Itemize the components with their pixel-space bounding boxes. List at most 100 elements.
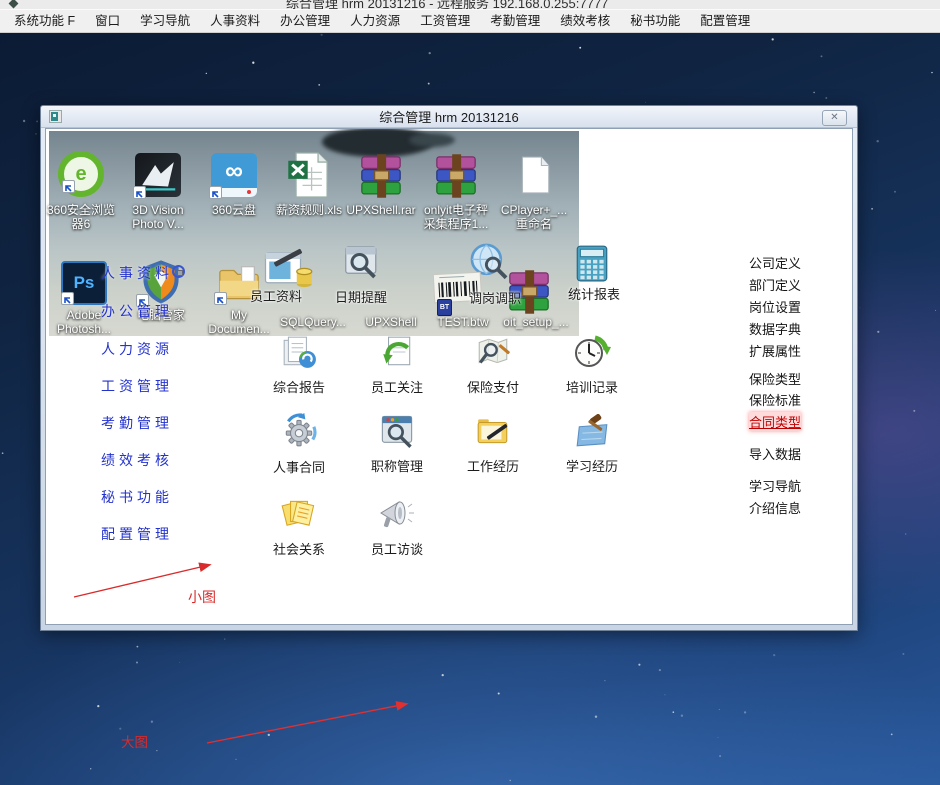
winrar-books-icon: [434, 153, 478, 199]
folder-pen-icon: [475, 414, 511, 448]
window-content: e ∞: [45, 128, 853, 625]
right-menu-data-dictionary[interactable]: 数据字典: [749, 319, 801, 338]
notes-stack-icon: [280, 495, 318, 531]
grid-item-title-management[interactable]: 职称管理: [349, 414, 445, 475]
shortcut-badge-icon: [214, 292, 227, 305]
grid-item-label: 培训记录: [544, 377, 640, 396]
window-magnifier-icon: [379, 414, 415, 448]
sidebar-item-attendance[interactable]: 考勤管理: [101, 413, 211, 433]
btw-badge-icon: BT: [438, 300, 451, 315]
sidebar-item-office[interactable]: 办公管理: [101, 301, 211, 321]
desktop-icon-label: CPlayer+_... 重命名: [488, 204, 580, 232]
grid-item-label: 工作经历: [445, 456, 541, 475]
menu-secretary[interactable]: 秘书功能: [620, 10, 690, 32]
right-menu-import-data[interactable]: 导入数据: [749, 444, 801, 463]
right-menu-extended-attrs[interactable]: 扩展属性: [749, 341, 801, 360]
excel-file-icon: [287, 151, 331, 199]
desktop-icon-excel-file[interactable]: [287, 151, 331, 204]
grid-item-social-relations[interactable]: 社会关系: [251, 495, 347, 558]
window-magnifier-icon: [342, 243, 382, 281]
map-magnifier-icon: [475, 335, 511, 369]
grid-item-employee-follow[interactable]: 员工关注: [349, 335, 445, 396]
annotation-small-image: 小图: [188, 587, 216, 607]
grid-item-job-transfer[interactable]: 调岗调职: [469, 288, 521, 307]
grid-item-training-record[interactable]: 培训记录: [544, 333, 640, 396]
grid-item-date-reminder[interactable]: 日期提醒: [335, 287, 387, 306]
grid-item-work-history[interactable]: 工作经历: [445, 414, 541, 475]
desktop-icon-label: oit_setup_...: [490, 316, 582, 330]
grid-item-label: 学习经历: [544, 456, 640, 475]
grid-item-label: 职称管理: [349, 456, 445, 475]
menu-config[interactable]: 配置管理: [690, 10, 760, 32]
grid-item-personnel-contract[interactable]: 人事合同: [251, 413, 347, 476]
rock-silhouette-2: [409, 133, 455, 147]
grid-item-label: 社会关系: [251, 539, 347, 558]
grid-item-label: 综合报告: [251, 377, 347, 396]
shortcut-badge-icon: [62, 180, 75, 193]
right-menu-learn-nav[interactable]: 学习导航: [749, 476, 801, 495]
grid-item-employee-data[interactable]: 员工资料: [250, 286, 302, 305]
window-title: 综合管理 hrm 20131216: [41, 107, 857, 126]
sidebar-item-config[interactable]: 配置管理: [101, 524, 211, 544]
right-menu-company-define[interactable]: 公司定义: [749, 253, 801, 272]
gear-arrows-icon: [281, 413, 317, 449]
menu-office[interactable]: 办公管理: [270, 10, 340, 32]
grid-item-study-history[interactable]: 学习经历: [544, 414, 640, 475]
close-button[interactable]: ✕: [822, 110, 847, 126]
remote-title-text: 综合管理 hrm 20131216 - 远程服务 192.168.0.255:7…: [286, 0, 608, 9]
right-menu-insurance-type[interactable]: 保险类型: [749, 369, 801, 388]
sidebar-item-salary[interactable]: 工资管理: [101, 376, 211, 396]
desktop-icon-360-browser[interactable]: e: [58, 151, 104, 197]
menu-salary[interactable]: 工资管理: [410, 10, 480, 32]
menu-performance[interactable]: 绩效考核: [550, 10, 620, 32]
shortcut-badge-icon: [61, 292, 74, 305]
right-menu-contract-type[interactable]: 合同类型: [749, 412, 801, 431]
grid-item-label: 保险支付: [445, 377, 541, 396]
desktop-icon-upxshell-app[interactable]: [342, 243, 382, 286]
desktop-icon-onlyit-rar[interactable]: [434, 153, 478, 204]
grid-item-insurance-pay[interactable]: 保险支付: [445, 335, 541, 396]
right-menu-position-setup[interactable]: 岗位设置: [749, 297, 801, 316]
menu-attendance[interactable]: 考勤管理: [480, 10, 550, 32]
remote-title-strip: 综合管理 hrm 20131216 - 远程服务 192.168.0.255:7…: [0, 0, 940, 9]
menu-hr[interactable]: 人力资源: [340, 10, 410, 32]
sidebar-item-secretary[interactable]: 秘书功能: [101, 487, 211, 507]
sidebar-item-performance[interactable]: 绩效考核: [101, 450, 211, 470]
grid-item-comprehensive-report[interactable]: 综合报告: [251, 335, 347, 396]
right-menu-intro-info[interactable]: 介绍信息: [749, 498, 801, 517]
window-title-bar[interactable]: 综合管理 hrm 20131216 ✕: [41, 106, 857, 128]
report-stack-icon: [281, 335, 317, 369]
selection-ring-icon: [172, 265, 185, 278]
menu-learn-nav[interactable]: 学习导航: [130, 10, 200, 32]
blank-file-icon: [514, 151, 554, 199]
grid-item-employee-interview[interactable]: 员工访谈: [349, 495, 445, 558]
desktop-screen: { "top_bar": { "clipped_title": "综合管理 hr…: [0, 0, 940, 785]
right-menu-insurance-standard[interactable]: 保险标准: [749, 390, 801, 409]
menu-personnel[interactable]: 人事资料: [200, 10, 270, 32]
grid-item-label: 员工访谈: [349, 539, 445, 558]
shortcut-badge-icon: [209, 186, 222, 199]
menu-system[interactable]: 系统功能 F: [4, 10, 85, 32]
menu-window[interactable]: 窗口: [85, 10, 130, 32]
shortcut-badge-icon: [133, 186, 146, 199]
winrar-books-icon: [359, 153, 403, 199]
doc-green-arrow-icon: [379, 335, 415, 369]
hrm-window: 综合管理 hrm 20131216 ✕ e: [40, 105, 858, 631]
grid-item-statistics-report[interactable]: 统计报表: [568, 284, 620, 303]
desktop-icon-3d-vision[interactable]: [135, 153, 181, 197]
sidebar-item-hr[interactable]: 人力资源: [101, 339, 211, 359]
app-icon-statistics[interactable]: [573, 243, 611, 288]
desktop-icon-cplayer-file[interactable]: [514, 151, 554, 204]
sql-query-icon: [263, 247, 313, 291]
clock-icon: [573, 333, 611, 369]
annotation-big-image: 大图: [121, 731, 148, 751]
right-menu-department-define[interactable]: 部门定义: [749, 275, 801, 294]
desktop-icon-upxshell-rar[interactable]: [359, 153, 403, 204]
grid-item-label: 人事合同: [251, 457, 347, 476]
megaphone-icon: [377, 495, 417, 531]
desktop-icon-360-cloud[interactable]: ∞: [211, 153, 257, 197]
grid-item-label: 员工关注: [349, 377, 445, 396]
gavel-map-icon: [574, 414, 610, 448]
calculator-icon: [573, 243, 611, 283]
sidebar-item-personnel[interactable]: 人事资料: [101, 263, 211, 283]
